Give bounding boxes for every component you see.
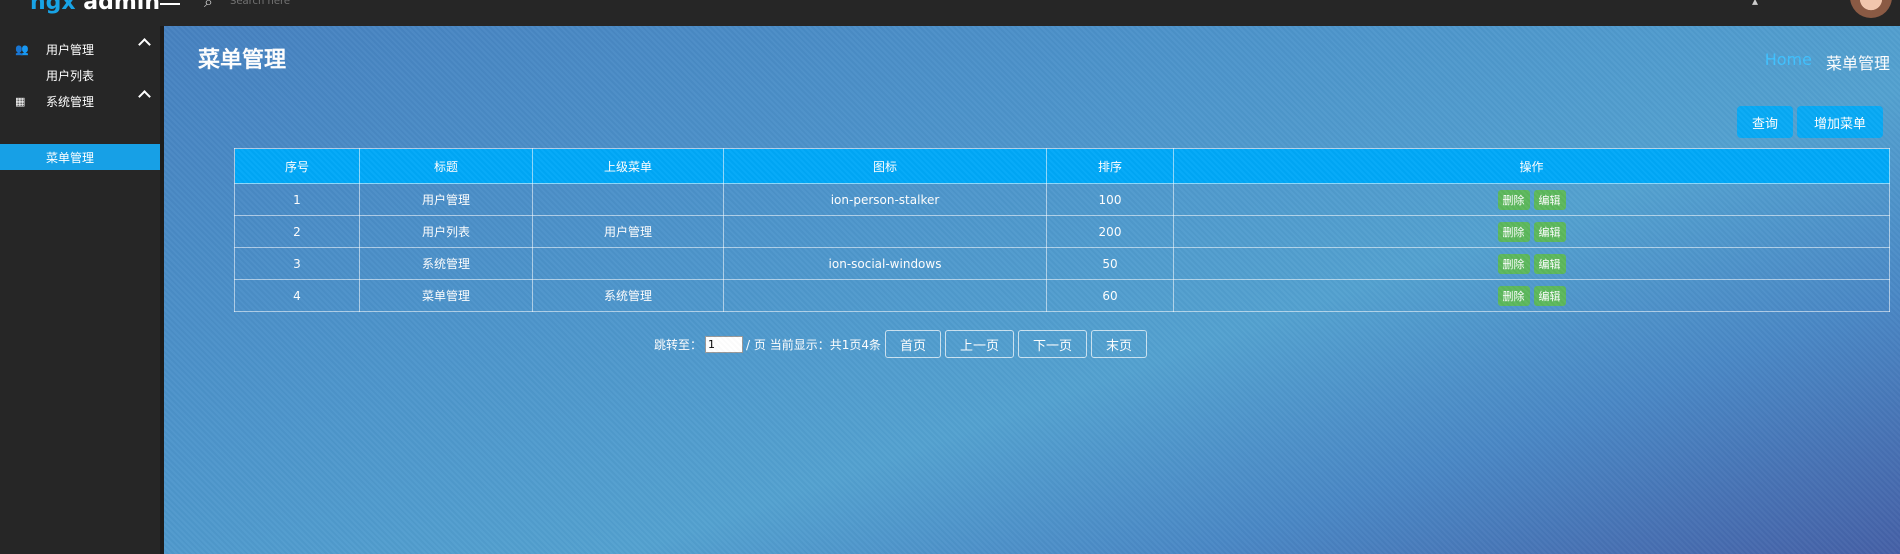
cell-sort: 50 [1046,247,1174,280]
column-header: 图标 [723,148,1047,184]
column-header: 操作 [1173,148,1890,184]
cell-index: 3 [234,247,360,280]
table-header-row: 序号 标题 上级菜单 图标 排序 操作 [234,148,1890,184]
cell-index: 2 [234,215,360,248]
cell-icon: ion-person-stalker [723,183,1047,216]
table-row: 2 用户列表 用户管理 200 删除 编辑 [234,215,1890,248]
cell-icon: ion-social-windows [723,247,1047,280]
sidebar-item-user-list[interactable]: 用户列表 [0,62,160,88]
chevron-up-icon [138,38,151,51]
cell-parent [532,247,724,280]
column-header: 序号 [234,148,360,184]
add-menu-button[interactable]: 增加菜单 [1797,106,1883,138]
cell-parent: 系统管理 [532,279,724,312]
sidebar-group-system-management[interactable]: ▦ 系统管理 [0,88,160,114]
prev-page-button[interactable]: 上一页 [944,330,1014,358]
cell-title: 用户管理 [359,183,533,216]
search-input[interactable] [228,0,392,8]
edit-button[interactable]: 编辑 [1533,221,1566,242]
jump-label: 跳转至： [654,337,703,352]
next-page-button[interactable]: 下一页 [1018,330,1088,358]
main-content: 菜单管理 Home 菜单管理 查询 增加菜单 序号 标题 上级菜单 图标 排序 … [164,26,1900,554]
column-header: 上级菜单 [532,148,724,184]
page-title: 菜单管理 [198,48,287,73]
edit-button[interactable]: 编辑 [1533,189,1566,210]
first-page-button[interactable]: 首页 [884,330,941,358]
notification-icon[interactable]: ▴ [1752,0,1758,8]
page-number-input[interactable] [705,335,744,353]
search-icon[interactable]: ⌕ [204,0,213,12]
avatar[interactable] [1850,0,1892,18]
sidebar-item-menu-management[interactable]: 菜单管理 [0,144,160,170]
cell-actions: 删除 编辑 [1173,279,1890,312]
cell-actions: 删除 编辑 [1173,183,1890,216]
cell-icon [723,215,1047,248]
last-page-button[interactable]: 末页 [1091,330,1148,358]
pagination-status: / 页 当前显示：共1页4条 [746,337,881,352]
cell-title: 用户列表 [359,215,533,248]
app-logo[interactable]: ngx admin [30,0,160,15]
cell-title: 菜单管理 [359,279,533,312]
cell-title: 系统管理 [359,247,533,280]
windows-icon: ▦ [15,94,26,108]
pagination: 跳转至： / 页 当前显示：共1页4条 首页 上一页 下一页 末页 [654,330,1148,358]
sidebar: 👥 用户管理 用户列表 ▦ 系统管理 菜单管理 [0,26,160,554]
cell-index: 1 [234,183,360,216]
table-row: 3 系统管理 ion-social-windows 50 删除 编辑 [234,247,1890,280]
cell-icon [723,279,1047,312]
cell-actions: 删除 编辑 [1173,215,1890,248]
delete-button[interactable]: 删除 [1497,189,1530,210]
cell-index: 4 [234,279,360,312]
delete-button[interactable]: 删除 [1497,221,1530,242]
delete-button[interactable]: 删除 [1497,253,1530,274]
cell-parent: 用户管理 [532,215,724,248]
column-header: 标题 [359,148,533,184]
table-row: 4 菜单管理 系统管理 60 删除 编辑 [234,279,1890,312]
menu-toggle-icon[interactable] [160,0,180,6]
chevron-up-icon [138,90,151,103]
delete-button[interactable]: 删除 [1497,285,1530,306]
edit-button[interactable]: 编辑 [1533,285,1566,306]
sidebar-group-user-management[interactable]: 👥 用户管理 [0,36,160,62]
cell-sort: 60 [1046,279,1174,312]
top-navbar: ngx admin ⌕ ▴ [0,0,1900,26]
breadcrumb-home-link[interactable]: Home [1765,50,1812,74]
users-icon: 👥 [15,42,29,56]
query-button[interactable]: 查询 [1737,106,1793,138]
menu-table: 序号 标题 上级菜单 图标 排序 操作 1 用户管理 ion-person-st… [234,148,1890,312]
breadcrumb: Home 菜单管理 [1765,50,1890,74]
cell-sort: 100 [1046,183,1174,216]
breadcrumb-current: 菜单管理 [1825,54,1890,73]
cell-actions: 删除 编辑 [1173,247,1890,280]
column-header: 排序 [1046,148,1174,184]
cell-sort: 200 [1046,215,1174,248]
edit-button[interactable]: 编辑 [1533,253,1566,274]
table-row: 1 用户管理 ion-person-stalker 100 删除 编辑 [234,183,1890,216]
cell-parent [532,183,724,216]
